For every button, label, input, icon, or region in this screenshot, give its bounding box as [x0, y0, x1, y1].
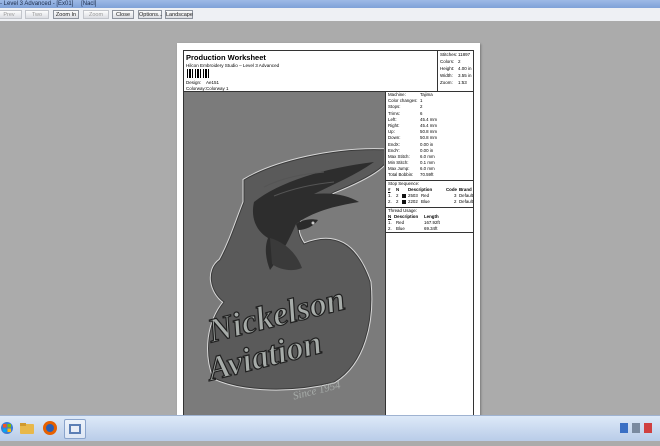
row-n: 2 — [396, 198, 399, 204]
table-row: 2. 2 2202 Blue 2 Default — [386, 199, 473, 205]
network-icon[interactable] — [620, 423, 628, 433]
row-code: 2202 — [408, 198, 418, 204]
stat-row: Zoom: 1:53 — [438, 79, 473, 86]
thread-swatch — [402, 193, 406, 198]
stat-value: 2 — [458, 59, 461, 64]
stat-row: Height: 4.00 in — [438, 65, 473, 72]
design-label: Design: — [186, 80, 202, 85]
design-stats: Stitches: 11897 Colors: 2 Height: 4.00 in W… — [438, 51, 473, 92]
colorway-row: Colorway:Colorway 1 — [186, 86, 229, 91]
embroidery-artwork: Nickelson Aviation Since 1954 — [201, 148, 392, 403]
table-row: 2. Blue 69.34ft — [386, 226, 473, 233]
stat-value: 4.00 in — [458, 66, 472, 71]
system-tray — [470, 416, 660, 441]
taskbar — [0, 415, 660, 441]
info-label: Total Bobbin: — [388, 172, 414, 178]
zoom-in-button[interactable]: Zoom In — [53, 10, 79, 19]
two-page-button[interactable]: Two Page — [25, 10, 49, 27]
volume-icon[interactable] — [632, 423, 640, 433]
landscape-button[interactable]: Landscape — [165, 10, 193, 19]
stat-label: Zoom: — [440, 80, 453, 85]
worksheet-header: Production Worksheet Hilcon Embroidery S… — [184, 51, 438, 92]
stat-label: Colors: — [440, 59, 455, 64]
machine-info-list: Machine: Tajima Color changes: 1 Stops: 2 Trim… — [386, 92, 473, 179]
preview-viewport[interactable]: Production Worksheet Hilcon Embroidery S… — [0, 21, 660, 437]
prev-page-button[interactable]: Prev Page — [0, 10, 22, 27]
info-label: Up: — [388, 129, 395, 135]
printed-page: Production Worksheet Hilcon Embroidery S… — [177, 43, 480, 437]
stat-value: 11897 — [458, 52, 471, 57]
info-label: Trims: — [388, 110, 401, 116]
info-label: Min Stitch: — [388, 160, 409, 166]
row-code-num: 2 — [454, 198, 457, 204]
stat-row: Width: 3.55 in — [438, 72, 473, 79]
stat-label: Width: — [440, 73, 453, 78]
options-button[interactable]: Options... — [138, 10, 163, 19]
info-label: Color changes: — [388, 98, 418, 104]
info-label: Machine: — [388, 92, 406, 97]
file-explorer-icon[interactable] — [17, 419, 37, 437]
stat-label: Height: — [440, 66, 455, 71]
colorway-label: Colorway: — [186, 86, 207, 91]
barcode-icon — [187, 69, 211, 78]
col-header: N — [388, 213, 392, 219]
thread-usage-section: Thread Usage: N Description Length 1. Re… — [386, 206, 473, 233]
info-label: Right: — [388, 122, 400, 128]
worksheet-frame: Production Worksheet Hilcon Embroidery S… — [183, 50, 474, 428]
print-preview-toolbar: Prev Page Two Page Zoom In Zoom Out Clos… — [0, 8, 660, 27]
stat-label: Stitches: — [440, 52, 458, 57]
row-desc: Blue — [396, 225, 405, 231]
zoom-out-button[interactable]: Zoom Out — [83, 10, 109, 27]
design-value: Ae151 — [206, 80, 220, 85]
start-button[interactable] — [1, 419, 13, 437]
info-label: Left: — [388, 116, 397, 122]
alert-icon[interactable] — [644, 423, 652, 433]
info-label: Stops: — [388, 104, 401, 110]
row-num: 2. — [388, 198, 392, 204]
row-num: 2. — [388, 225, 392, 231]
row-num: 1. — [388, 192, 392, 198]
info-label: Max Stitch: — [388, 153, 410, 159]
info-label: EndY: — [388, 147, 400, 153]
stat-value: 1:53 — [458, 80, 467, 85]
info-value: 70.59ft — [420, 172, 434, 178]
col-header: # — [388, 186, 391, 192]
row-num: 1. — [388, 219, 392, 225]
info-label: Max Jump: — [388, 166, 410, 172]
close-button[interactable]: Close — [112, 10, 134, 19]
design-preview: Nickelson Aviation Since 1954 — [184, 92, 392, 418]
colorway-value: Colorway 1 — [206, 86, 229, 91]
window-title-bar: - Level 3 Advanced - [Ex01] [Nacl] — [0, 0, 660, 8]
row-length: 69.34ft — [424, 225, 438, 231]
machine-info-panel: Machine: Tajima Color changes: 1 Stops: 2 Trim… — [386, 92, 473, 418]
machine-info-row: Total Bobbin: 70.59ft — [386, 172, 473, 178]
worksheet-title: Production Worksheet — [186, 53, 266, 62]
stat-row: Colors: 2 — [438, 58, 473, 65]
worksheet-subtitle: Hilcon Embroidery Studio – Level 3 Advan… — [186, 63, 280, 68]
stop-sequence-section: Stop Sequence: # N Description Code Bran… — [386, 179, 473, 205]
embroidery-app-taskbar-button[interactable] — [64, 419, 86, 439]
window-title-part: [Nacl] — [81, 1, 97, 7]
stat-value: 3.55 in — [458, 73, 472, 78]
thread-swatch — [402, 199, 406, 204]
row-brand: Default — [459, 198, 473, 204]
info-label: Down: — [388, 135, 401, 141]
stat-row: Stitches: 11897 — [438, 51, 473, 58]
row-desc: Blue — [421, 198, 430, 204]
info-label: EndX: — [388, 141, 400, 147]
design-name-row: Design: Ae151 — [186, 80, 219, 85]
window-title-part: - Level 3 Advanced - [Ex01] — [0, 1, 74, 7]
firefox-icon[interactable] — [40, 419, 60, 437]
